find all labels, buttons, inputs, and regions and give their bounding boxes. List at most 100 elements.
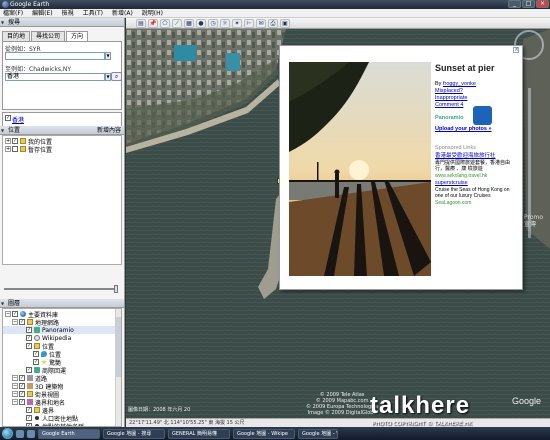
menu-tools[interactable]: 工具(T) — [83, 9, 103, 17]
from-input[interactable] — [5, 52, 105, 60]
tab-directions[interactable]: 方向 — [66, 31, 89, 41]
result-checkbox[interactable]: ✓ — [5, 115, 11, 121]
expand-icon[interactable]: − — [5, 311, 11, 317]
google-maps-icon[interactable]: ▣ — [280, 19, 290, 28]
checkbox[interactable]: ✓ — [26, 415, 32, 421]
menu-add[interactable]: 新增(A) — [112, 9, 133, 17]
tab-fly-to[interactable]: 目的地 — [2, 31, 31, 41]
start-button[interactable] — [2, 428, 13, 439]
taskbar-item[interactable]: Google 地圖 - Win — [298, 428, 338, 439]
email-icon[interactable]: ✉ — [256, 19, 266, 28]
image-overlay-icon[interactable]: ▦ — [184, 19, 194, 28]
search-panel-header[interactable]: 搜尋 — [0, 18, 124, 27]
checkbox[interactable]: ✓ — [19, 375, 25, 381]
checkbox[interactable]: ✓ — [26, 335, 32, 341]
result-link[interactable]: 香港 — [12, 115, 24, 124]
quicklaunch-icon[interactable] — [16, 429, 24, 438]
checkbox[interactable]: ✓ — [33, 359, 39, 365]
checkbox[interactable]: ✓ — [26, 407, 32, 413]
scroll-thumb[interactable] — [116, 317, 121, 377]
checkbox[interactable]: ✓ — [12, 138, 18, 144]
checkbox[interactable]: ✓ — [33, 351, 39, 357]
inappropriate-link[interactable]: Inappropriate — [435, 95, 467, 102]
taskbar-item[interactable]: GENERAL 簡明易懂 — [168, 428, 230, 439]
layer-item[interactable]: ✓ 位置 — [3, 350, 121, 359]
checkbox[interactable]: ✓ — [19, 383, 25, 389]
expand-icon[interactable]: − — [12, 399, 18, 405]
taskbar-item[interactable]: Google 地圖 - Wikipe — [233, 428, 295, 439]
layer-label: 地理網路 — [35, 319, 60, 327]
expand-icon[interactable]: − — [12, 383, 18, 389]
opacity-slider[interactable] — [4, 285, 120, 293]
checkbox[interactable]: ✓ — [19, 391, 25, 397]
author-link[interactable]: froggy_vonke — [443, 81, 476, 87]
expand-icon[interactable]: − — [12, 391, 18, 397]
print-icon[interactable]: ⎙ — [268, 19, 278, 28]
menu-file[interactable]: 檔案(F) — [3, 9, 23, 17]
ad-url[interactable]: www.sekolang.travel.hk — [435, 173, 487, 180]
layers-scrollbar[interactable] — [115, 309, 121, 426]
layer-item[interactable]: ✓ Panoramio — [3, 326, 121, 334]
minimize-button[interactable]: _ — [508, 0, 521, 8]
taskbar-item[interactable]: Google 地圖 - 搜尋 — [103, 428, 165, 439]
layer-item[interactable]: − ✓ 主要資料庫 — [3, 310, 121, 319]
close-button[interactable]: × — [536, 0, 549, 8]
sunlight-icon[interactable]: ☼ — [220, 19, 230, 28]
expand-icon[interactable]: − — [12, 319, 18, 325]
hide-sidebar-icon[interactable]: ▤ — [136, 19, 146, 28]
taskbar-item[interactable]: Google Earth — [38, 428, 100, 439]
checkbox[interactable] — [12, 146, 18, 152]
photo-sunset-at-pier[interactable] — [289, 62, 431, 276]
expand-icon[interactable]: + — [5, 138, 11, 144]
panoramio-logo-icon[interactable] — [473, 106, 492, 125]
to-input[interactable]: 香港 — [5, 73, 105, 81]
record-tour-icon[interactable]: ● — [196, 19, 206, 28]
checkbox[interactable]: ✓ — [26, 327, 32, 333]
polygon-icon[interactable]: ⬠ — [160, 19, 170, 28]
checkbox[interactable]: ✓ — [26, 367, 32, 373]
layers-panel-header[interactable]: 圖層 — [0, 299, 124, 308]
search-button[interactable]: ⌕ — [111, 72, 122, 81]
layer-item[interactable]: − ✓ 地理網路 — [3, 318, 121, 327]
places-panel-header[interactable]: 位置 新增內容 — [0, 126, 124, 135]
upload-photos-link[interactable]: Upload your photos » — [435, 126, 492, 133]
slider-thumb[interactable] — [114, 285, 118, 293]
menu-edit[interactable]: 編輯(E) — [32, 9, 52, 17]
menu-help[interactable]: 說明(H) — [142, 9, 163, 17]
placemark-icon[interactable]: 📌 — [148, 19, 158, 28]
checkbox[interactable]: ✓ — [12, 311, 18, 317]
close-balloon-icon[interactable]: × — [513, 47, 519, 53]
misplaced-link[interactable]: Misplaced? — [435, 88, 463, 95]
historical-imagery-icon[interactable]: ◷ — [208, 19, 218, 28]
checkbox[interactable]: ✓ — [26, 343, 32, 349]
layer-item[interactable]: ✓ 商際回運 — [3, 366, 121, 375]
ad2-url[interactable]: SeaLagoon.com — [435, 200, 471, 207]
from-dropdown-icon[interactable]: ▼ — [105, 52, 111, 60]
earth-view[interactable]: ▤ 📌 ⬠ ⟋ ▦ ● ◷ ☼ ✶ ⊢ ✉ ⎙ ▣ Promo 宣傳 × Sun… — [126, 18, 550, 427]
maximize-button[interactable]: □ — [522, 0, 535, 8]
layer-item[interactable]: − ✓ 邊界和地名 — [3, 398, 121, 407]
add-content-link[interactable]: 新增內容 — [97, 126, 121, 135]
quicklaunch-icon[interactable] — [27, 429, 35, 438]
ruler-icon[interactable]: ⊢ — [244, 19, 254, 28]
star-icon — [41, 359, 47, 365]
comment-link[interactable]: Comment 4 — [435, 102, 463, 109]
expand-icon[interactable]: − — [12, 375, 18, 381]
list-item[interactable]: + ✓ 我的位置 — [3, 137, 121, 146]
title-bar: Google Earth _ □ × — [0, 0, 550, 9]
ad-title-link[interactable]: 香港最受歡迎海旅旅行社 — [435, 153, 519, 160]
google-logo: Google — [512, 396, 542, 406]
tab-find-business[interactable]: 尋找公司 — [31, 31, 66, 41]
menu-view[interactable]: 檢視 — [62, 9, 74, 17]
list-item[interactable]: + 暫存位置 — [3, 145, 121, 154]
layer-item[interactable]: − ✓ 3D 建築物 — [3, 382, 121, 391]
path-icon[interactable]: ⟋ — [172, 19, 182, 28]
layer-item[interactable]: ✓ 位置 — [3, 342, 121, 351]
checkbox[interactable]: ✓ — [19, 399, 25, 405]
ad2-title-link[interactable]: superstcruise — [435, 180, 468, 187]
directions-form: 從例如：SYR ▼ 至例如：Chadwicks,NY 香港 ▼ ⌕ — [2, 41, 122, 110]
checkbox[interactable]: ✓ — [19, 319, 25, 325]
sky-icon[interactable]: ✶ — [232, 19, 242, 28]
expand-icon[interactable]: + — [5, 146, 11, 152]
layer-item[interactable]: ✓ Wikipedia — [3, 334, 121, 342]
